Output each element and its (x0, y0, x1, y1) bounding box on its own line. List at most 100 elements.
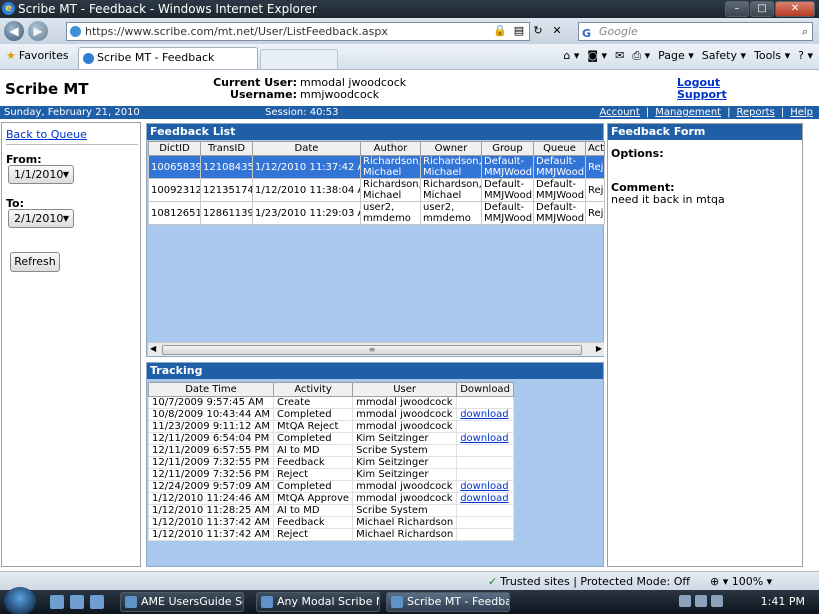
network-icon[interactable] (695, 595, 707, 607)
tracking-cell: AI to MD (273, 444, 354, 457)
task-button-2[interactable]: Scribe MT - Feedba... (386, 592, 510, 612)
scrollbar-thumb[interactable]: ≡ (162, 345, 582, 355)
tracking-cell: Create (273, 396, 354, 409)
scroll-left-icon[interactable]: ◀ (150, 344, 156, 353)
start-button[interactable] (4, 587, 36, 614)
back-to-queue-link[interactable]: Back to Queue (6, 128, 87, 141)
feedback-col-header[interactable]: DictID (148, 141, 201, 156)
tracking-cell: Feedback (273, 456, 354, 469)
download-cell: download (456, 432, 514, 445)
tracking-cell: MtQA Approve (273, 492, 354, 505)
feedback-cell: Rej (585, 155, 605, 179)
feedback-col-header[interactable]: Date (252, 141, 361, 156)
scroll-right-icon[interactable]: ▶ (596, 344, 602, 353)
download-link[interactable]: download (460, 409, 508, 420)
refresh-icon[interactable]: ↻ (530, 22, 546, 39)
tracking-col-header[interactable]: Download (456, 382, 514, 397)
to-date-dropdown[interactable]: 2/1/2010 ▼ (8, 209, 74, 228)
tracking-row: 1/12/2010 11:24:46 AM MtQA Approve mmodal … (147, 492, 514, 505)
new-tab-button[interactable] (260, 49, 338, 69)
feedback-row[interactable]: 10092312121351741/12/2010 11:38:04 AMRic… (148, 178, 605, 202)
mail-icon[interactable]: ✉ (615, 49, 624, 63)
cell-text: user2, (423, 202, 455, 214)
feedback-table: DictID TransID Date Author Owner Group Queue Ac… (148, 141, 605, 225)
feedback-col-header[interactable]: Acti (585, 141, 605, 156)
clock: 1:41 PM (760, 595, 805, 608)
tools-menu[interactable]: Tools ▾ (754, 49, 790, 63)
page-menu[interactable]: Page ▾ (658, 49, 694, 63)
zoom-control[interactable]: ⊕ ▾ 100% ▾ (710, 575, 772, 588)
address-input[interactable]: https://www.scribe.com/mt.net/User/ListF… (66, 22, 530, 41)
nav-account[interactable]: Account (599, 106, 639, 119)
feedback-row[interactable]: 10065839121084351/12/2010 11:37:42 AMRic… (148, 155, 605, 179)
security-zone[interactable]: ✓ Trusted sites | Protected Mode: Off (488, 575, 690, 588)
divider (6, 144, 138, 145)
feedback-col-header[interactable]: Queue (533, 141, 586, 156)
feedback-cell: 12135174 (200, 178, 253, 202)
cell-text: Richardson, (363, 156, 421, 168)
help-icon[interactable]: ? ▾ (798, 49, 813, 63)
language-icon[interactable] (679, 595, 691, 607)
download-link[interactable]: download (460, 481, 508, 492)
lock-icon[interactable]: 🔒 (492, 22, 508, 39)
tracking-col-header[interactable]: User (352, 382, 458, 397)
back-arrow-icon[interactable]: ◀ (4, 21, 24, 41)
feedback-cell: Default- MMJWood (533, 155, 586, 179)
tracking-cell: Kim Seitzinger (352, 432, 458, 445)
compatibility-icon[interactable]: ▤ (511, 22, 527, 39)
support-link[interactable]: Support (677, 89, 727, 101)
filter-panel: Back to Queue From: 1/1/2010 ▼ To: 2/1/20… (1, 122, 141, 567)
address-actions: 🔒 ▤ ↻ ✕ (492, 22, 565, 39)
tracking-row: 12/11/2009 6:54:04 PM Completed Kim Seitzi… (147, 432, 514, 445)
comment-text: need it back in mtqa (611, 193, 725, 206)
tracking-row: 10/8/2009 10:43:44 AM Completed mmodal jwo… (147, 408, 514, 421)
nav-help[interactable]: Help (790, 106, 813, 119)
home-icon[interactable]: ⌂ ▾ (563, 49, 579, 63)
horizontal-scrollbar[interactable]: ◀ ≡ ▶ (148, 342, 604, 356)
browser-tab[interactable]: Scribe MT - Feedback (78, 47, 258, 69)
feedback-form-title: Feedback Form (608, 124, 802, 140)
from-date-dropdown[interactable]: 1/1/2010 ▼ (8, 165, 74, 184)
cell-text: mmdemo (363, 213, 411, 224)
cell-text: Richardson, (363, 179, 421, 191)
cell-text: Michael (423, 167, 462, 178)
feedback-col-header[interactable]: Group (481, 141, 534, 156)
stop-icon[interactable]: ✕ (549, 22, 565, 39)
tracking-cell: 12/11/2009 6:57:55 PM (147, 444, 275, 457)
feedback-col-header[interactable]: TransID (200, 141, 253, 156)
nav-reports[interactable]: Reports (736, 106, 774, 119)
tracking-title: Tracking (147, 363, 603, 379)
cell-text: MMJWood (484, 190, 533, 201)
feedback-cell: Default- MMJWood (533, 178, 586, 202)
download-link[interactable]: download (460, 493, 508, 504)
minimize-button[interactable]: – (725, 1, 749, 17)
tracking-cell (456, 456, 514, 469)
feeds-icon[interactable]: ◙ ▾ (587, 49, 607, 63)
nav-management[interactable]: Management (655, 106, 721, 119)
tracking-col-header[interactable]: Activity (273, 382, 354, 397)
search-input[interactable]: G Google ⌕ (578, 22, 813, 41)
feedback-col-header[interactable]: Author (360, 141, 421, 156)
forward-arrow-icon[interactable]: ▶ (28, 21, 48, 41)
tracking-panel: Tracking Date Time Activity User Download 1… (146, 362, 604, 567)
safety-menu[interactable]: Safety ▾ (702, 49, 746, 63)
tracking-cell: 12/24/2009 9:57:09 AM (147, 480, 275, 493)
print-icon[interactable]: ⎙ ▾ (632, 49, 650, 63)
tracking-row: 11/23/2009 9:11:12 AM MtQA Reject mmodal j… (147, 420, 514, 433)
ie-quicklaunch-icon[interactable] (90, 595, 104, 609)
feedback-col-header[interactable]: Owner (420, 141, 482, 156)
show-desktop-icon[interactable] (50, 595, 64, 609)
download-link[interactable]: download (460, 433, 508, 444)
task-button-1[interactable]: Any Modal Scribe M... (256, 592, 380, 612)
search-icon[interactable]: ⌕ (802, 23, 808, 40)
feedback-row[interactable]: 10812651128611391/23/2010 11:29:03 AMuse… (148, 201, 605, 225)
refresh-button[interactable]: Refresh (10, 252, 60, 272)
tracking-col-header[interactable]: Date Time (147, 382, 275, 397)
switch-windows-icon[interactable] (70, 595, 84, 609)
cell-text: 1/23/2010 11:29:03 AM (255, 207, 360, 219)
favorites-button[interactable]: ★ Favorites (6, 49, 69, 62)
maximize-button[interactable]: □ (750, 1, 774, 17)
task-button-0[interactable]: AME UsersGuide Scr... (120, 592, 244, 612)
close-button[interactable]: ✕ (775, 1, 815, 17)
volume-icon[interactable] (711, 595, 723, 607)
